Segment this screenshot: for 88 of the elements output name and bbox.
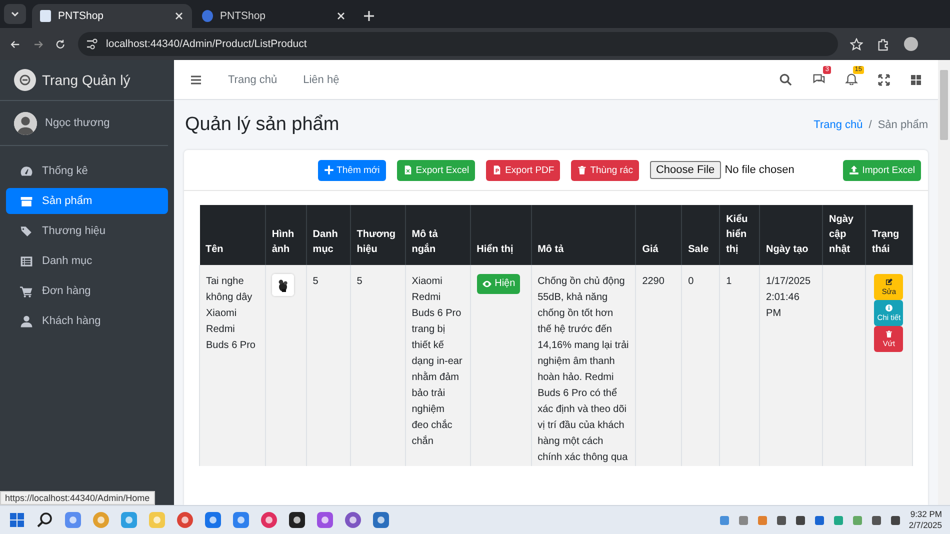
trash-icon — [577, 165, 588, 175]
column-header: Mô tả ngắn — [405, 205, 470, 265]
plus-icon — [324, 165, 334, 175]
document-file-icon — [492, 165, 502, 175]
column-header: Tên — [200, 205, 266, 265]
box-icon — [20, 194, 33, 208]
search-icon[interactable] — [36, 511, 54, 529]
table-cell: 2290 — [636, 265, 682, 466]
column-header: Mô tả — [531, 205, 636, 265]
column-header: Ngày cập nhật — [822, 205, 866, 265]
table-cell: Xiaomi Redmi Buds 6 Pro trang bị thiết kế dạng in-ear nhằm đảm bảo trải nghiệm đeo chắc chắn — [405, 265, 470, 466]
column-header: Hiển thị — [470, 205, 532, 265]
tag-icon — [20, 224, 33, 238]
table-cell: 5 — [350, 265, 406, 466]
nav-link[interactable]: Liên hệ — [303, 74, 340, 86]
column-header: Danh mục — [306, 205, 350, 265]
column-header: Ngày tạo — [760, 205, 822, 265]
info-icon — [884, 304, 893, 312]
upload-icon — [849, 165, 860, 175]
nav-link[interactable]: Trang chủ — [228, 74, 278, 86]
tray-icon[interactable] — [814, 514, 825, 526]
chevron-down-icon — [11, 10, 19, 18]
sidebar-item[interactable]: Thương hiệu — [6, 218, 168, 244]
logo-icon — [14, 69, 36, 91]
breadcrumb-link[interactable]: Trang chủ — [814, 119, 863, 131]
user-icon — [20, 314, 33, 328]
chat-icon[interactable] — [812, 72, 825, 84]
trash-icon — [884, 330, 893, 338]
list-icon — [20, 254, 33, 268]
user-avatar — [14, 112, 37, 134]
page-title: Quản lý sản phẩm — [185, 114, 340, 136]
tray-icon[interactable] — [794, 514, 806, 526]
menu-icon[interactable] — [190, 74, 202, 86]
gauge-icon — [20, 164, 33, 178]
toolbar-button[interactable]: Thêm mới — [318, 160, 386, 180]
sidebar-item[interactable]: Đơn hàng — [6, 278, 168, 304]
puzzle-icon[interactable] — [877, 38, 890, 50]
reload-icon[interactable] — [55, 38, 66, 50]
table-cell: Chống ồn chủ động 55dB, khả năng chống ồn tốt hơn thế hệ trước đến 14,16% mang lại trải nghiệm âm thanh hoàn hảo. Redmi Buds 6 Pro có thể xác định và theo dõi vị trí đầu của khách hàng một cách chính xác thông qua — [531, 265, 636, 466]
windows-start-icon[interactable] — [8, 511, 26, 529]
column-header: Giá — [636, 205, 682, 265]
sidebar-item[interactable]: Khách hàng — [6, 308, 168, 334]
taskbar-clock[interactable]: 9:32 PM 2/7/2025 — [908, 509, 942, 531]
tray-icon[interactable] — [890, 514, 901, 526]
plus-icon[interactable] — [362, 9, 376, 23]
table-cell: 1/17/2025 2:01:46 PM — [760, 265, 822, 466]
table-cell: 1 — [720, 265, 760, 466]
close-icon[interactable] — [174, 11, 184, 21]
column-header: Thương hiệu — [350, 205, 406, 265]
table-cell: Tai nghe không dây Xiaomi Redmi Buds 6 Pro — [200, 265, 266, 466]
column-header: Kiểu hiển thị — [720, 205, 760, 265]
choose-file-button[interactable]: Choose File — [650, 161, 721, 179]
column-header: Sale — [682, 205, 720, 265]
star-icon[interactable] — [850, 38, 864, 50]
toolbar-button[interactable]: Thùng rác — [571, 160, 639, 180]
tray-icon[interactable] — [870, 514, 882, 526]
tab-list-button[interactable] — [4, 4, 26, 24]
user-name[interactable]: Ngọc thương — [45, 117, 110, 129]
column-header: Trạng thái — [865, 205, 912, 265]
status-url: https://localhost:44340/Admin/Home — [0, 491, 155, 505]
scrollbar[interactable] — [938, 60, 950, 505]
grid-icon[interactable] — [910, 74, 922, 86]
fullscreen-icon[interactable] — [878, 74, 890, 86]
breadcrumb-current: Sản phẩm — [878, 119, 928, 131]
bell-icon[interactable] — [845, 72, 858, 84]
file-status: No file chosen — [724, 164, 794, 176]
browser-tab[interactable]: PNTShop — [194, 4, 354, 28]
column-header: Hình ảnh — [265, 205, 306, 265]
spreadsheet-file-icon — [402, 165, 413, 175]
tray-icon[interactable] — [776, 514, 787, 526]
browser-tab[interactable]: PNTShop — [32, 4, 192, 28]
site-settings-icon[interactable] — [86, 38, 98, 50]
breadcrumb-separator: / — [868, 119, 872, 131]
edit-icon — [884, 278, 893, 286]
sidebar-item[interactable]: Thống kê — [6, 158, 168, 184]
brand-title[interactable]: Trang Quản lý — [42, 72, 130, 88]
sidebar-item[interactable]: Sản phẩm — [6, 188, 168, 214]
cart-icon — [20, 284, 33, 298]
table-cell: 5 — [306, 265, 350, 466]
app-icon[interactable] — [288, 511, 306, 529]
search-icon[interactable] — [779, 73, 792, 86]
profile-avatar[interactable] — [904, 37, 918, 51]
eye-icon — [482, 279, 492, 289]
sidebar-item[interactable]: Danh mục — [6, 248, 168, 274]
close-icon[interactable] — [336, 11, 346, 21]
address-bar[interactable]: localhost:44340/Admin/Product/ListProduct — [78, 32, 838, 56]
toolbar-button[interactable]: Export PDF — [486, 160, 560, 180]
table-cell: 0 — [682, 265, 720, 466]
